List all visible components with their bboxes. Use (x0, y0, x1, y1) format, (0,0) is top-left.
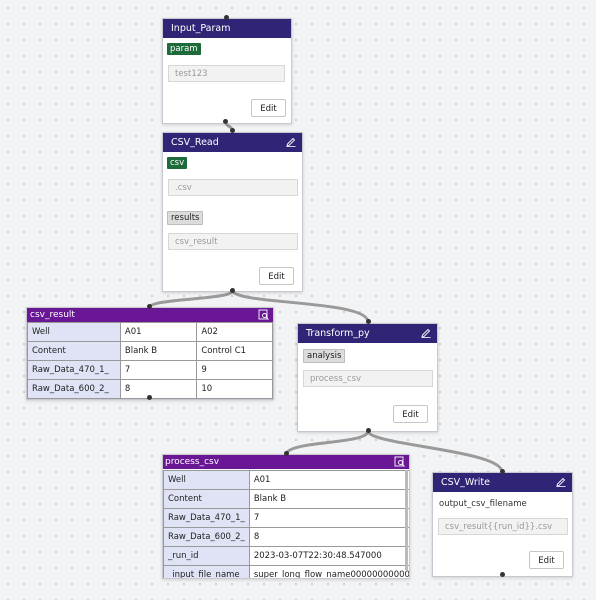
table-cell: 8 (248, 527, 409, 547)
table-cell: 8 (119, 379, 198, 399)
table-row: Content Blank B (163, 489, 409, 509)
node-input-param[interactable]: Input_Param param test123 Edit (162, 18, 292, 124)
node-title: Input_Param (171, 23, 231, 34)
table-cell: A01 (119, 322, 198, 342)
table-cell: 7 (248, 508, 409, 528)
table-row: Well A01 (163, 470, 409, 490)
pencil-icon[interactable] (556, 477, 566, 487)
inspect-icon[interactable] (258, 309, 269, 320)
table-cell: 10 (196, 379, 273, 399)
table-key: _input_file_name (163, 565, 250, 578)
process-csv-table: Well A01 Content Blank B Raw_Data_470_1_… (163, 470, 409, 578)
node-process-csv-header: process_csv (163, 455, 409, 469)
output-port[interactable] (366, 428, 371, 433)
edit-button[interactable]: Edit (393, 405, 428, 423)
csv-result-table: Well A01 A02 Content Blank B Control C1 … (27, 322, 273, 399)
node-title: Transform_py (306, 328, 370, 339)
table-key: Raw_Data_600_2_ (27, 379, 121, 399)
pencil-icon[interactable] (421, 328, 431, 338)
table-row: Raw_Data_470_1_ 7 (163, 508, 409, 528)
table-key: Raw_Data_470_1_ (163, 508, 250, 528)
table-cell: 9 (196, 360, 273, 380)
edge-transform-to-processcsv (284, 430, 370, 456)
node-title: CSV_Write (441, 477, 490, 488)
table-cell: A01 (248, 470, 409, 490)
table-row: Raw_Data_600_2_ 8 (163, 527, 409, 547)
node-csv-result-header: csv_result (27, 308, 273, 322)
input-port[interactable] (224, 15, 229, 20)
vertical-scrollbar[interactable] (405, 470, 408, 570)
output-filename-field[interactable]: csv_result{{run_id}}.csv (438, 518, 568, 535)
pencil-icon[interactable] (286, 137, 296, 147)
node-csv-result[interactable]: csv_result Well A01 A02 Content Blank B … (26, 307, 274, 400)
edit-button[interactable]: Edit (259, 267, 294, 285)
input-port[interactable] (366, 319, 371, 324)
node-csv-write-header: CSV_Write (433, 473, 572, 492)
table-key: _run_id (163, 546, 250, 566)
edge-csvread-to-csvresult (147, 289, 234, 310)
output-csv-filename-label: output_csv_filename (439, 499, 527, 509)
table-cell: 7 (119, 360, 198, 380)
node-csv-read[interactable]: CSV_Read csv .csv results csv_result Edi… (162, 132, 303, 292)
node-process-csv[interactable]: process_csv Well A01 Content Blank B Raw… (162, 454, 410, 579)
table-row: _run_id 2023-03-07T22:30:48.547000 (163, 546, 409, 566)
node-csv-write[interactable]: CSV_Write output_csv_filename csv_result… (432, 472, 573, 577)
table-cell: A02 (196, 322, 273, 342)
table-cell: Blank B (248, 489, 409, 509)
analysis-value-field[interactable]: process_csv (303, 370, 433, 387)
output-port[interactable] (147, 395, 152, 400)
node-csv-read-header: CSV_Read (163, 133, 302, 152)
table-cell: super_long_flow_name00000000000 (248, 565, 409, 578)
input-port[interactable] (500, 469, 505, 474)
output-port[interactable] (230, 288, 235, 293)
output-port[interactable] (500, 572, 505, 577)
node-title: CSV_Read (171, 137, 219, 148)
input-port[interactable] (147, 304, 152, 309)
table-row: Raw_Data_470_1_ 7 9 (27, 360, 273, 380)
node-title: process_csv (165, 457, 220, 467)
node-input-param-header: Input_Param (163, 19, 291, 38)
input-port[interactable] (230, 128, 235, 133)
csv-path-field[interactable]: .csv (168, 179, 298, 196)
csv-tag: csv (167, 157, 188, 169)
table-row: Well A01 A02 (27, 322, 273, 342)
table-cell: Blank B (119, 341, 198, 361)
table-cell: 2023-03-07T22:30:48.547000 (248, 546, 409, 566)
node-transform-py-header: Transform_py (298, 324, 437, 343)
table-key: Well (27, 322, 121, 342)
results-value-field[interactable]: csv_result (168, 233, 298, 250)
table-cell: Control C1 (196, 341, 273, 361)
table-row: Content Blank B Control C1 (27, 341, 273, 361)
table-key: Content (27, 341, 121, 361)
results-tag: results (167, 211, 204, 225)
node-title: csv_result (30, 310, 75, 320)
param-tag: param (167, 43, 201, 55)
table-key: Content (163, 489, 250, 509)
node-transform-py[interactable]: Transform_py analysis process_csv Edit (297, 323, 438, 432)
table-key: Raw_Data_600_2_ (163, 527, 250, 547)
table-key: Raw_Data_470_1_ (27, 360, 121, 380)
table-row: _input_file_name super_long_flow_name000… (163, 565, 409, 578)
inspect-icon[interactable] (394, 456, 405, 467)
table-key: Well (163, 470, 250, 490)
input-port[interactable] (284, 451, 289, 456)
edit-button[interactable]: Edit (251, 99, 286, 117)
output-port[interactable] (223, 119, 228, 124)
param-value-field[interactable]: test123 (168, 65, 285, 82)
analysis-tag: analysis (303, 349, 346, 363)
edit-button[interactable]: Edit (529, 551, 564, 569)
